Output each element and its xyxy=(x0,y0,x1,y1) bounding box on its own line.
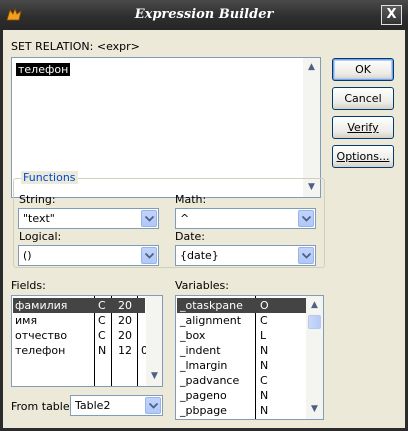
chevron-down-icon[interactable] xyxy=(298,210,314,227)
variable-row[interactable]: _pageno N xyxy=(177,388,306,403)
variable-row[interactable]: _lmargin N xyxy=(177,358,306,373)
field-type: C xyxy=(98,299,106,312)
dialog-client: SET RELATION: <expr> телефон ▲ ▼ OK Canc… xyxy=(3,30,405,428)
variable-type: O xyxy=(260,299,269,312)
string-combo[interactable]: "text" xyxy=(18,208,159,229)
math-label: Math: xyxy=(175,193,207,206)
variable-type: N xyxy=(260,359,269,372)
from-table-label: From table: xyxy=(11,400,74,413)
field-name: телефон xyxy=(15,344,66,357)
fields-list[interactable]: фамилия C 20 имя C 20 отчество C 20 теле… xyxy=(11,295,163,387)
field-name: отчество xyxy=(15,329,68,342)
variable-row[interactable]: _otaskpane O xyxy=(177,298,306,313)
expression-text[interactable]: телефон xyxy=(16,63,71,76)
cancel-button[interactable]: Cancel xyxy=(332,87,394,110)
expression-scrollbar[interactable]: ▲ ▼ xyxy=(303,58,320,197)
logical-label: Logical: xyxy=(19,230,62,243)
variable-type: C xyxy=(260,314,268,327)
expr-label: SET RELATION: <expr> xyxy=(11,40,140,53)
scroll-down-icon[interactable]: ▼ xyxy=(147,369,162,384)
field-row[interactable]: телефон N 12 0 xyxy=(13,343,148,358)
fields-label: Fields: xyxy=(11,279,46,292)
verify-label: Verify xyxy=(347,121,379,134)
field-name: фамилия xyxy=(15,299,68,312)
variable-name: _indent xyxy=(180,344,221,357)
expression-builder-window: Expression Builder X SET RELATION: <expr… xyxy=(0,0,408,431)
variable-type: N xyxy=(260,404,269,417)
variable-row[interactable]: _box L xyxy=(177,328,306,343)
variable-row[interactable]: _alignment C xyxy=(177,313,306,328)
close-button[interactable]: X xyxy=(381,5,402,25)
scroll-down-icon[interactable]: ▼ xyxy=(307,402,322,417)
variables-list[interactable]: _otaskpane O _alignment C _box L _indent… xyxy=(175,295,324,420)
chevron-down-icon[interactable] xyxy=(141,210,157,227)
variable-type: L xyxy=(260,329,267,342)
chevron-down-icon[interactable] xyxy=(145,397,161,414)
variable-name: _alignment xyxy=(180,314,242,327)
field-width: 20 xyxy=(118,314,132,327)
field-type: C xyxy=(98,329,106,342)
scroll-thumb[interactable] xyxy=(308,315,321,329)
math-combo[interactable]: ^ xyxy=(175,208,316,229)
variable-row[interactable]: _padvance C xyxy=(177,373,306,388)
date-combo[interactable]: {date} xyxy=(175,245,316,266)
math-value: ^ xyxy=(180,212,190,225)
options-label: Options... xyxy=(336,150,390,163)
variable-type: N xyxy=(260,344,269,357)
variable-name: _pageno xyxy=(180,389,227,402)
field-type: N xyxy=(98,344,107,357)
variable-row[interactable]: _indent N xyxy=(177,343,306,358)
field-width: 12 xyxy=(118,344,132,357)
verify-button[interactable]: Verify xyxy=(332,116,394,139)
variable-type: C xyxy=(260,374,268,387)
scroll-up-icon[interactable]: ▲ xyxy=(304,60,319,75)
logical-combo[interactable]: () xyxy=(18,245,159,266)
string-label: String: xyxy=(19,193,56,206)
field-name: имя xyxy=(15,314,38,327)
ok-button[interactable]: OK xyxy=(332,58,394,81)
title-bar[interactable]: Expression Builder X xyxy=(0,0,408,30)
scroll-up-icon[interactable]: ▲ xyxy=(307,298,322,313)
chevron-down-icon[interactable] xyxy=(298,247,314,264)
variable-name: _lmargin xyxy=(180,359,228,372)
variable-name: _pbpage xyxy=(180,404,227,417)
field-row[interactable]: фамилия C 20 xyxy=(13,298,145,313)
fields-scrollbar[interactable]: ▼ xyxy=(146,296,162,386)
logical-value: () xyxy=(23,249,32,262)
field-type: C xyxy=(98,314,106,327)
date-label: Date: xyxy=(175,230,205,243)
variable-name: _box xyxy=(180,329,206,342)
variable-type: N xyxy=(260,389,269,402)
date-value: {date} xyxy=(180,249,219,262)
field-width: 20 xyxy=(118,299,132,312)
chevron-down-icon[interactable] xyxy=(141,247,157,264)
variables-label: Variables: xyxy=(175,279,229,292)
variables-scrollbar[interactable]: ▲ ▼ xyxy=(306,296,323,419)
functions-legend: Functions xyxy=(21,171,78,184)
field-width: 20 xyxy=(118,329,132,342)
string-value: "text" xyxy=(23,212,55,225)
options-button[interactable]: Options... xyxy=(332,145,394,168)
variable-name: _padvance xyxy=(180,374,240,387)
from-table-value: Table2 xyxy=(75,399,111,412)
variable-row[interactable]: _pbpage N xyxy=(177,403,306,418)
field-row[interactable]: имя C 20 xyxy=(13,313,145,328)
from-table-combo[interactable]: Table2 xyxy=(70,395,163,416)
window-title: Expression Builder xyxy=(134,7,274,22)
field-row[interactable]: отчество C 20 xyxy=(13,328,145,343)
variable-name: _otaskpane xyxy=(180,299,243,312)
